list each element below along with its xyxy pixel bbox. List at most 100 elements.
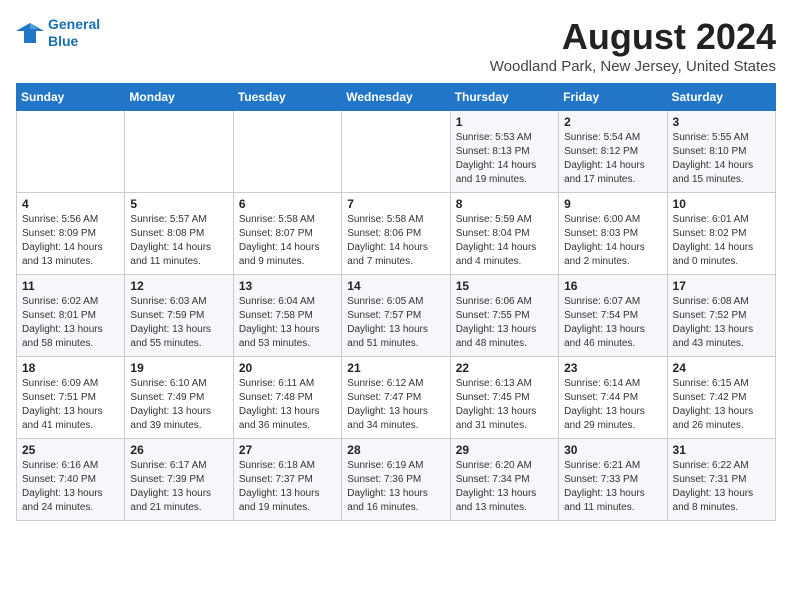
cell-info: Sunrise: 6:05 AM Sunset: 7:57 PM Dayligh… — [347, 295, 444, 351]
calendar-cell: 26 Sunrise: 6:17 AM Sunset: 7:39 PM Dayli… — [125, 439, 233, 521]
day-number: 20 — [239, 361, 336, 375]
calendar-cell: 23 Sunrise: 6:14 AM Sunset: 7:44 PM Dayli… — [559, 357, 667, 439]
day-number: 15 — [456, 279, 553, 293]
day-number: 9 — [564, 197, 661, 211]
calendar-cell: 29Sunrise: 6:20 AM Sunset: 7:34 PM Dayli… — [450, 439, 558, 521]
cell-info: Sunrise: 5:54 AM Sunset: 8:12 PM Dayligh… — [564, 131, 661, 187]
cell-info: Sunrise: 6:12 AM Sunset: 7:47 PM Dayligh… — [347, 377, 444, 433]
calendar-cell: 19 Sunrise: 6:10 AM Sunset: 7:49 PM Dayli… — [125, 357, 233, 439]
calendar-cell: 27 Sunrise: 6:18 AM Sunset: 7:37 PM Dayli… — [233, 439, 341, 521]
calendar-cell: 7Sunrise: 5:58 AM Sunset: 8:06 PM Daylig… — [342, 193, 450, 275]
day-number: 27 — [239, 443, 336, 457]
weekday-header: Sunday — [17, 84, 125, 111]
day-number: 23 — [564, 361, 661, 375]
calendar-cell: 17Sunrise: 6:08 AM Sunset: 7:52 PM Dayli… — [667, 275, 775, 357]
page-title: August 2024 — [490, 16, 776, 58]
day-number: 28 — [347, 443, 444, 457]
calendar-cell: 22 Sunrise: 6:13 AM Sunset: 7:45 PM Dayli… — [450, 357, 558, 439]
cell-info: Sunrise: 5:56 AM Sunset: 8:09 PM Dayligh… — [22, 213, 119, 269]
day-number: 22 — [456, 361, 553, 375]
logo: General Blue — [16, 16, 100, 50]
cell-info: Sunrise: 5:59 AM Sunset: 8:04 PM Dayligh… — [456, 213, 553, 269]
cell-info: Sunrise: 6:03 AM Sunset: 7:59 PM Dayligh… — [130, 295, 227, 351]
calendar-cell: 13Sunrise: 6:04 AM Sunset: 7:58 PM Dayli… — [233, 275, 341, 357]
day-number: 18 — [22, 361, 119, 375]
cell-info: Sunrise: 6:01 AM Sunset: 8:02 PM Dayligh… — [673, 213, 770, 269]
calendar-table: SundayMondayTuesdayWednesdayThursdayFrid… — [16, 83, 776, 521]
page-subtitle: Woodland Park, New Jersey, United States — [490, 58, 776, 75]
calendar-cell — [17, 111, 125, 193]
logo-text: General Blue — [48, 16, 100, 50]
cell-info: Sunrise: 6:14 AM Sunset: 7:44 PM Dayligh… — [564, 377, 661, 433]
weekday-header: Wednesday — [342, 84, 450, 111]
cell-info: Sunrise: 6:16 AM Sunset: 7:40 PM Dayligh… — [22, 459, 119, 515]
weekday-header-row: SundayMondayTuesdayWednesdayThursdayFrid… — [17, 84, 776, 111]
cell-info: Sunrise: 6:19 AM Sunset: 7:36 PM Dayligh… — [347, 459, 444, 515]
cell-info: Sunrise: 5:55 AM Sunset: 8:10 PM Dayligh… — [673, 131, 770, 187]
cell-info: Sunrise: 5:57 AM Sunset: 8:08 PM Dayligh… — [130, 213, 227, 269]
cell-info: Sunrise: 6:00 AM Sunset: 8:03 PM Dayligh… — [564, 213, 661, 269]
calendar-cell: 1Sunrise: 5:53 AM Sunset: 8:13 PM Daylig… — [450, 111, 558, 193]
page-header: General Blue August 2024 Woodland Park, … — [16, 16, 776, 75]
calendar-cell: 12 Sunrise: 6:03 AM Sunset: 7:59 PM Dayli… — [125, 275, 233, 357]
day-number: 16 — [564, 279, 661, 293]
day-number: 3 — [673, 115, 770, 129]
calendar-cell: 6Sunrise: 5:58 AM Sunset: 8:07 PM Daylig… — [233, 193, 341, 275]
day-number: 4 — [22, 197, 119, 211]
calendar-week-row: 11 Sunrise: 6:02 AM Sunset: 8:01 PM Dayli… — [17, 275, 776, 357]
calendar-cell: 16 Sunrise: 6:07 AM Sunset: 7:54 PM Dayli… — [559, 275, 667, 357]
day-number: 24 — [673, 361, 770, 375]
cell-info: Sunrise: 5:53 AM Sunset: 8:13 PM Dayligh… — [456, 131, 553, 187]
cell-info: Sunrise: 6:11 AM Sunset: 7:48 PM Dayligh… — [239, 377, 336, 433]
weekday-header: Tuesday — [233, 84, 341, 111]
calendar-cell: 30Sunrise: 6:21 AM Sunset: 7:33 PM Dayli… — [559, 439, 667, 521]
day-number: 11 — [22, 279, 119, 293]
calendar-week-row: 18 Sunrise: 6:09 AM Sunset: 7:51 PM Dayli… — [17, 357, 776, 439]
day-number: 25 — [22, 443, 119, 457]
cell-info: Sunrise: 6:13 AM Sunset: 7:45 PM Dayligh… — [456, 377, 553, 433]
day-number: 26 — [130, 443, 227, 457]
calendar-cell — [233, 111, 341, 193]
day-number: 31 — [673, 443, 770, 457]
calendar-cell: 18 Sunrise: 6:09 AM Sunset: 7:51 PM Dayli… — [17, 357, 125, 439]
day-number: 14 — [347, 279, 444, 293]
cell-info: Sunrise: 6:06 AM Sunset: 7:55 PM Dayligh… — [456, 295, 553, 351]
day-number: 29 — [456, 443, 553, 457]
title-block: August 2024 Woodland Park, New Jersey, U… — [490, 16, 776, 75]
calendar-cell: 21 Sunrise: 6:12 AM Sunset: 7:47 PM Dayli… — [342, 357, 450, 439]
cell-info: Sunrise: 6:07 AM Sunset: 7:54 PM Dayligh… — [564, 295, 661, 351]
weekday-header: Thursday — [450, 84, 558, 111]
calendar-week-row: 1Sunrise: 5:53 AM Sunset: 8:13 PM Daylig… — [17, 111, 776, 193]
day-number: 10 — [673, 197, 770, 211]
cell-info: Sunrise: 6:10 AM Sunset: 7:49 PM Dayligh… — [130, 377, 227, 433]
calendar-cell: 25 Sunrise: 6:16 AM Sunset: 7:40 PM Dayli… — [17, 439, 125, 521]
day-number: 12 — [130, 279, 227, 293]
day-number: 21 — [347, 361, 444, 375]
cell-info: Sunrise: 6:09 AM Sunset: 7:51 PM Dayligh… — [22, 377, 119, 433]
day-number: 5 — [130, 197, 227, 211]
calendar-week-row: 25 Sunrise: 6:16 AM Sunset: 7:40 PM Dayli… — [17, 439, 776, 521]
calendar-cell: 15 Sunrise: 6:06 AM Sunset: 7:55 PM Dayli… — [450, 275, 558, 357]
weekday-header: Friday — [559, 84, 667, 111]
calendar-cell: 28 Sunrise: 6:19 AM Sunset: 7:36 PM Dayli… — [342, 439, 450, 521]
calendar-week-row: 4 Sunrise: 5:56 AM Sunset: 8:09 PM Daylig… — [17, 193, 776, 275]
cell-info: Sunrise: 6:08 AM Sunset: 7:52 PM Dayligh… — [673, 295, 770, 351]
cell-info: Sunrise: 6:21 AM Sunset: 7:33 PM Dayligh… — [564, 459, 661, 515]
calendar-cell: 11 Sunrise: 6:02 AM Sunset: 8:01 PM Dayli… — [17, 275, 125, 357]
calendar-cell: 10 Sunrise: 6:01 AM Sunset: 8:02 PM Dayli… — [667, 193, 775, 275]
day-number: 6 — [239, 197, 336, 211]
logo-bird-icon — [16, 21, 44, 45]
day-number: 19 — [130, 361, 227, 375]
weekday-header: Monday — [125, 84, 233, 111]
day-number: 2 — [564, 115, 661, 129]
cell-info: Sunrise: 6:18 AM Sunset: 7:37 PM Dayligh… — [239, 459, 336, 515]
calendar-cell: 2 Sunrise: 5:54 AM Sunset: 8:12 PM Daylig… — [559, 111, 667, 193]
calendar-cell: 9 Sunrise: 6:00 AM Sunset: 8:03 PM Daylig… — [559, 193, 667, 275]
calendar-cell: 24 Sunrise: 6:15 AM Sunset: 7:42 PM Dayli… — [667, 357, 775, 439]
cell-info: Sunrise: 6:02 AM Sunset: 8:01 PM Dayligh… — [22, 295, 119, 351]
cell-info: Sunrise: 6:17 AM Sunset: 7:39 PM Dayligh… — [130, 459, 227, 515]
day-number: 13 — [239, 279, 336, 293]
calendar-cell: 8Sunrise: 5:59 AM Sunset: 8:04 PM Daylig… — [450, 193, 558, 275]
cell-info: Sunrise: 5:58 AM Sunset: 8:06 PM Dayligh… — [347, 213, 444, 269]
cell-info: Sunrise: 6:15 AM Sunset: 7:42 PM Dayligh… — [673, 377, 770, 433]
